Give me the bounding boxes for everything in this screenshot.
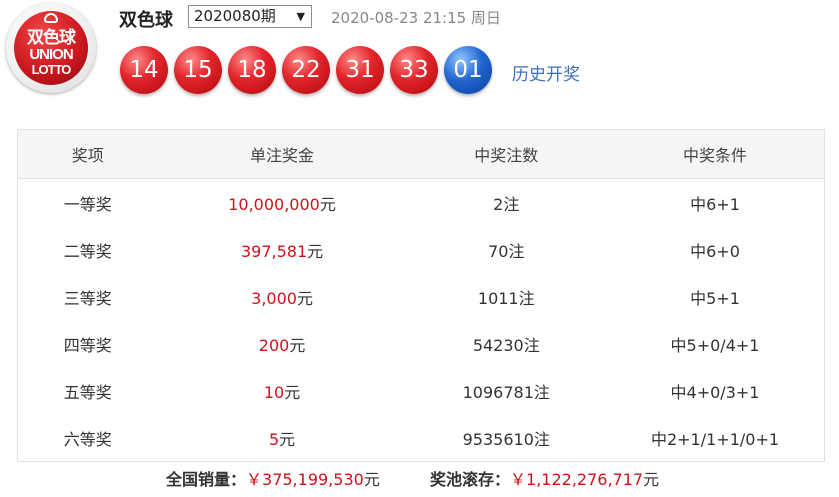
winner-count: 1096781注 [462, 382, 550, 402]
winner-count: 70注 [488, 241, 525, 261]
amount-unit: 元 [307, 241, 324, 261]
logo-en-text-1: UNION [29, 46, 73, 63]
draw-time: 2020-08-23 21:15 周日 [331, 9, 501, 27]
prize-amount: 200元 [158, 320, 407, 367]
prize-level: 四等奖 [63, 335, 112, 355]
table-row: 六等奖 5元 9535610注 中2+1/1+1/0+1 [18, 414, 825, 462]
red-ball-3: 18 [228, 46, 276, 94]
amount-value: 397,581 [240, 241, 308, 261]
win-condition: 中5+1 [690, 288, 740, 308]
prize-level: 一等奖 [63, 194, 112, 214]
logo-badge: 双色球 UNION LOTTO [14, 11, 88, 85]
prize-amount: 10,000,000元 [158, 179, 407, 227]
table-row: 四等奖 200元 54230注 中5+0/4+1 [18, 320, 825, 367]
sales-summary: 全国销量：￥375,199,530元 奖池滚存：￥1,122,276,717元 [166, 466, 659, 490]
prize-amount: 10元 [158, 367, 407, 414]
amount-value: 10 [263, 382, 285, 402]
pool-value: ￥1,122,276,717 [510, 470, 644, 489]
union-lotto-logo: 双色球 UNION LOTTO [6, 3, 96, 93]
prize-amount: 3,000元 [158, 273, 407, 320]
blue-ball: 01 [444, 46, 492, 94]
amount-value: 5 [268, 429, 280, 449]
dropdown-arrow-icon: ▼ [296, 10, 305, 23]
issue-select[interactable]: 2020080期 ▼ [188, 5, 312, 28]
win-condition: 中5+0/4+1 [670, 335, 760, 355]
red-ball-1: 14 [120, 46, 168, 94]
prize-amount: 5元 [158, 414, 407, 462]
prize-level: 五等奖 [63, 382, 112, 402]
winner-count: 54230注 [472, 335, 540, 355]
win-condition: 中4+0/3+1 [670, 382, 760, 402]
red-ball-5: 31 [336, 46, 384, 94]
pool-label: 奖池滚存： [430, 470, 511, 489]
history-draws-link[interactable]: 历史开奖 [512, 60, 580, 85]
prize-amount: 397,581元 [158, 226, 407, 273]
amount-unit: 元 [284, 382, 301, 402]
prize-level: 三等奖 [63, 288, 112, 308]
prize-level: 二等奖 [63, 241, 112, 261]
amount-unit: 元 [319, 194, 336, 214]
pool-unit: 元 [643, 470, 660, 489]
amount-value: 200 [258, 335, 290, 355]
lottery-emblem-icon [44, 13, 58, 23]
header-condition: 中奖条件 [606, 129, 825, 179]
red-ball-4: 22 [282, 46, 330, 94]
amount-unit: 元 [296, 288, 313, 308]
prize-table: 奖项 单注奖金 中奖注数 中奖条件 一等奖 10,000,000元 2注 中6+… [17, 129, 825, 462]
header-level: 奖项 [17, 129, 158, 179]
win-condition: 中6+1 [690, 194, 740, 214]
sales-value: ￥375,199,530 [246, 470, 364, 489]
sales-unit: 元 [363, 470, 380, 489]
table-row: 三等奖 3,000元 1011注 中5+1 [18, 273, 825, 320]
win-condition: 中6+0 [690, 241, 740, 261]
issue-selected-value: 2020080期 [194, 7, 276, 25]
amount-unit: 元 [279, 429, 296, 449]
winner-count: 9535610注 [462, 429, 550, 449]
prize-level: 六等奖 [63, 429, 112, 449]
logo-en-text-2: LOTTO [31, 62, 72, 77]
header-count: 中奖注数 [406, 129, 607, 179]
logo-cn-text: 双色球 [27, 28, 76, 48]
table-header-row: 奖项 单注奖金 中奖注数 中奖条件 [17, 129, 825, 179]
amount-value: 10,000,000 [228, 194, 320, 214]
sales-label: 全国销量： [166, 470, 247, 489]
win-condition: 中2+1/1+1/0+1 [650, 429, 780, 449]
table-row: 一等奖 10,000,000元 2注 中6+1 [18, 179, 825, 227]
amount-value: 3,000 [251, 288, 297, 308]
table-row: 五等奖 10元 1096781注 中4+0/3+1 [18, 367, 825, 414]
amount-unit: 元 [289, 335, 306, 355]
winner-count: 1011注 [477, 288, 535, 308]
red-ball-6: 33 [390, 46, 438, 94]
table-row: 二等奖 397,581元 70注 中6+0 [18, 226, 825, 273]
header-amount: 单注奖金 [157, 129, 407, 179]
red-ball-2: 15 [174, 46, 222, 94]
winner-count: 2注 [493, 194, 520, 214]
game-title: 双色球 [119, 10, 173, 31]
